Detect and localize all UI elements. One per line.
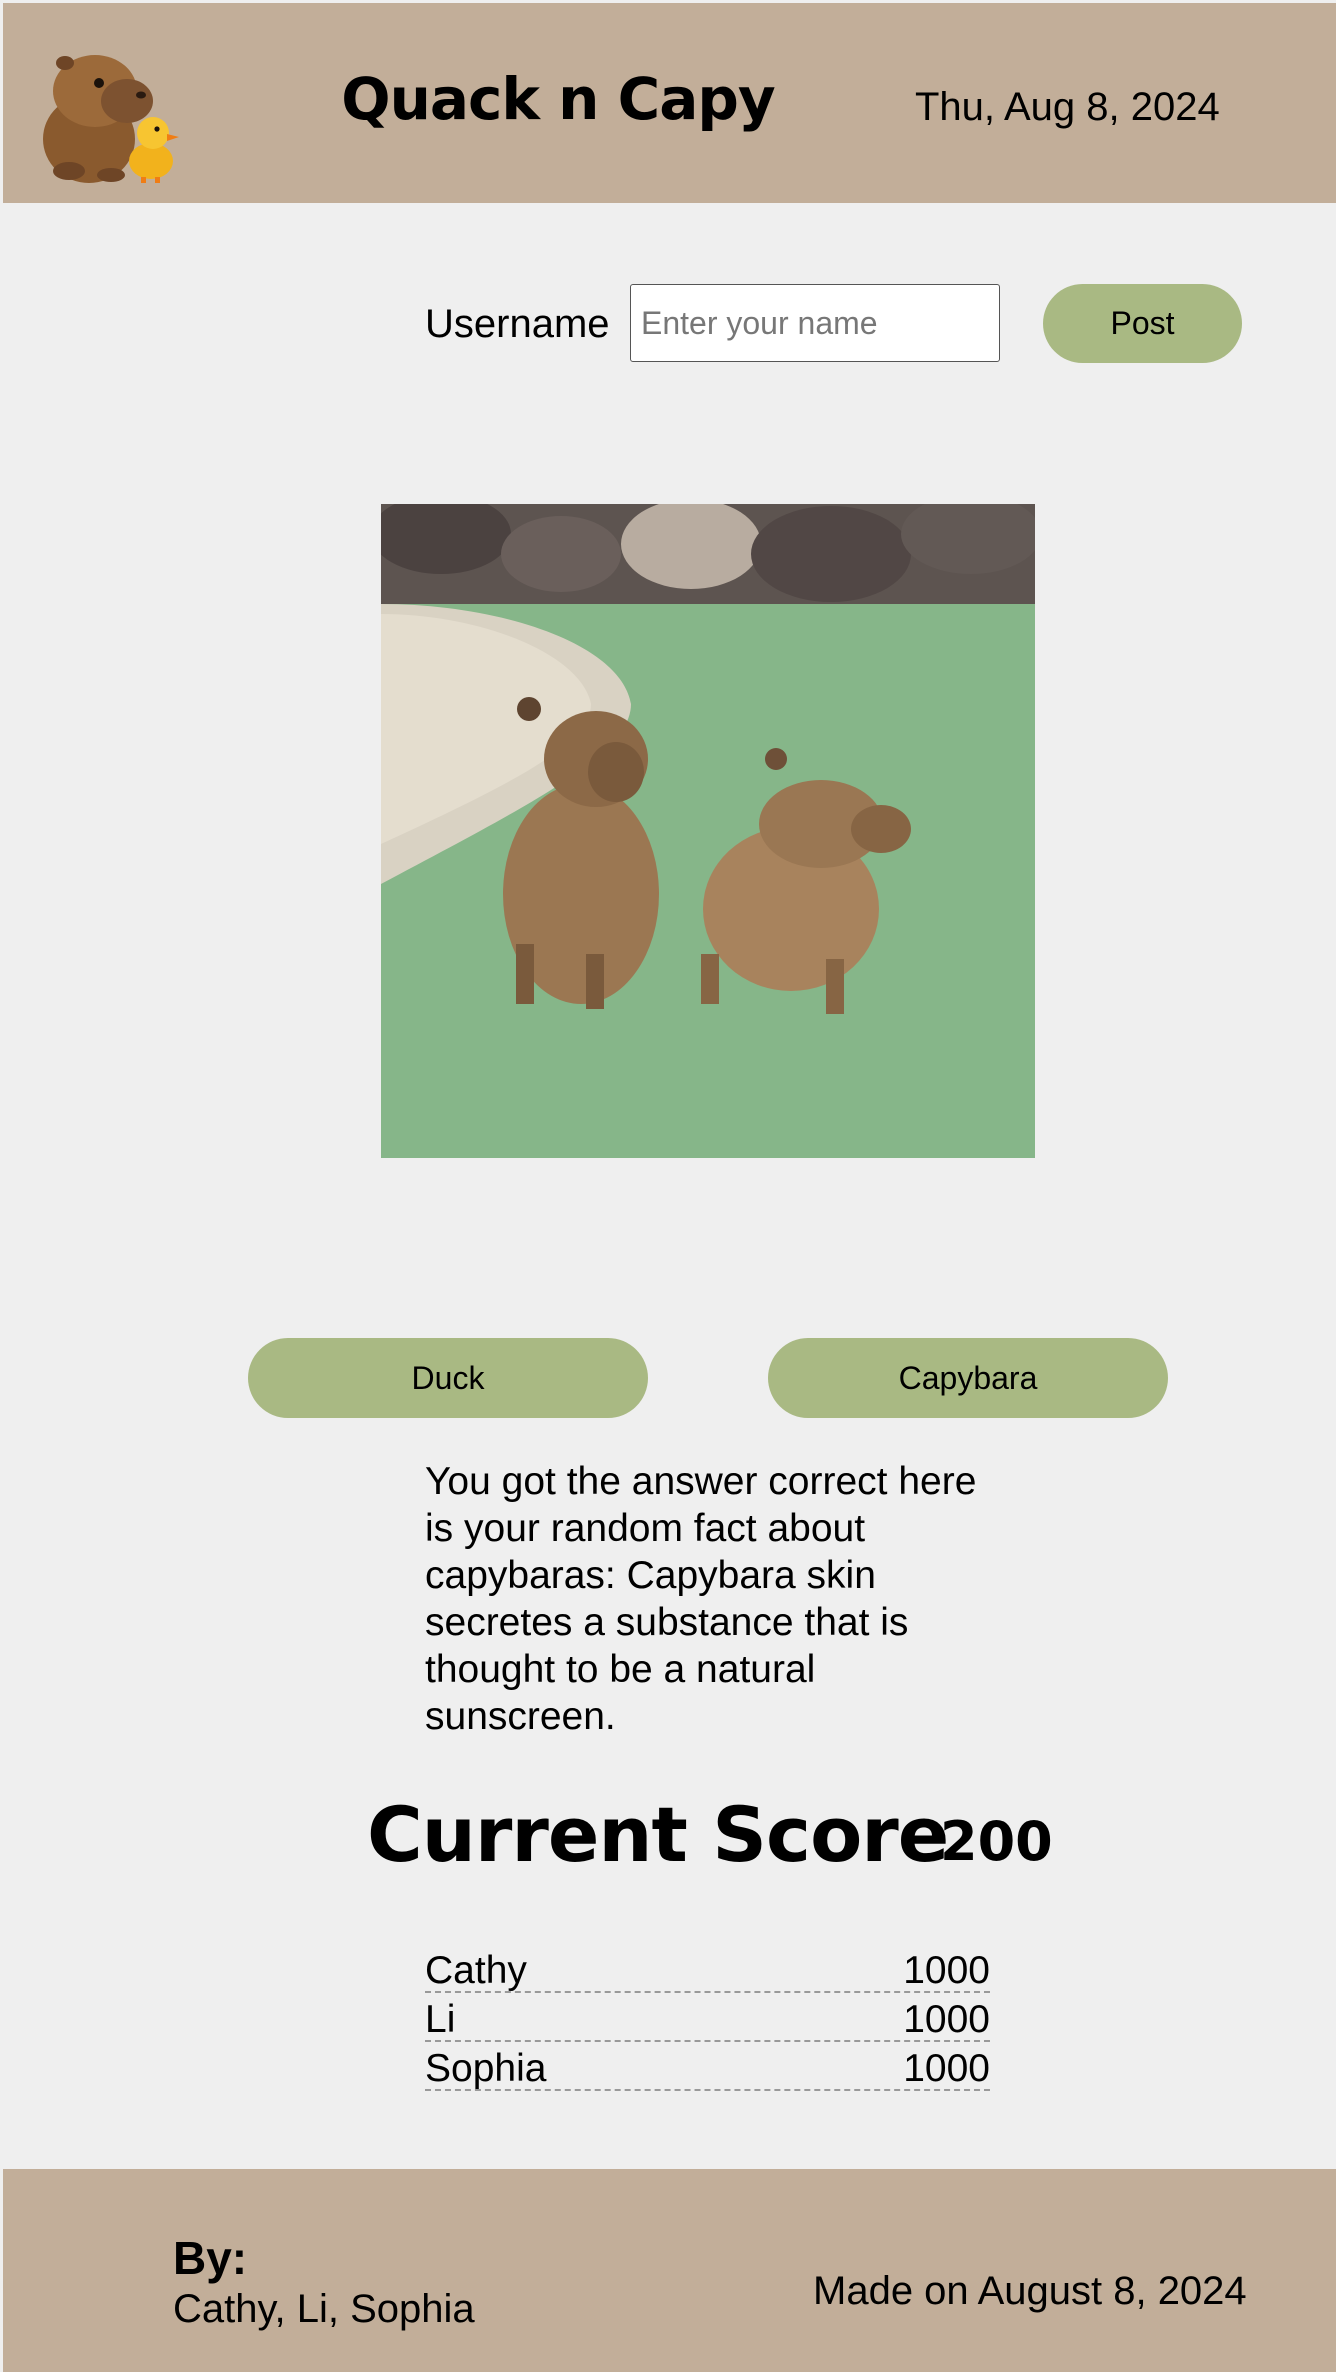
post-button[interactable]: Post — [1043, 284, 1242, 363]
capybara-answer-button[interactable]: Capybara — [768, 1338, 1168, 1418]
app-header: Quack n Capy Thu, Aug 8, 2024 — [3, 3, 1336, 203]
leaderboard-row: Li 1000 — [425, 1993, 990, 2042]
score-value: 200 — [940, 1810, 1053, 1873]
authors-list: Cathy, Li, Sophia — [173, 2287, 475, 2331]
fact-message: You got the answer correct here is your … — [425, 1460, 977, 1738]
page-footer: By: Cathy, Li, Sophia Made on August 8, … — [3, 2169, 1336, 2372]
leaderboard-row: Sophia 1000 — [425, 2042, 990, 2091]
leaderboard: Cathy 1000 Li 1000 Sophia 1000 — [425, 1944, 990, 2091]
leaderboard-row: Cathy 1000 — [425, 1944, 990, 1993]
capybara-photo — [381, 504, 1035, 1158]
player-score: 1000 — [903, 1998, 990, 2041]
header-date: Thu, Aug 8, 2024 — [915, 85, 1220, 129]
score-heading: Current Score — [367, 1790, 949, 1879]
player-score: 1000 — [903, 2047, 990, 2090]
player-name: Cathy — [425, 1949, 527, 1992]
by-label: By: — [173, 2232, 248, 2284]
player-name: Sophia — [425, 2047, 547, 2090]
username-label: Username — [425, 302, 610, 346]
made-on-date: Made on August 8, 2024 — [813, 2269, 1247, 2313]
duck-answer-button[interactable]: Duck — [248, 1338, 648, 1418]
player-score: 1000 — [903, 1949, 990, 1992]
player-name: Li — [425, 1998, 456, 2041]
username-input[interactable] — [630, 284, 1000, 362]
